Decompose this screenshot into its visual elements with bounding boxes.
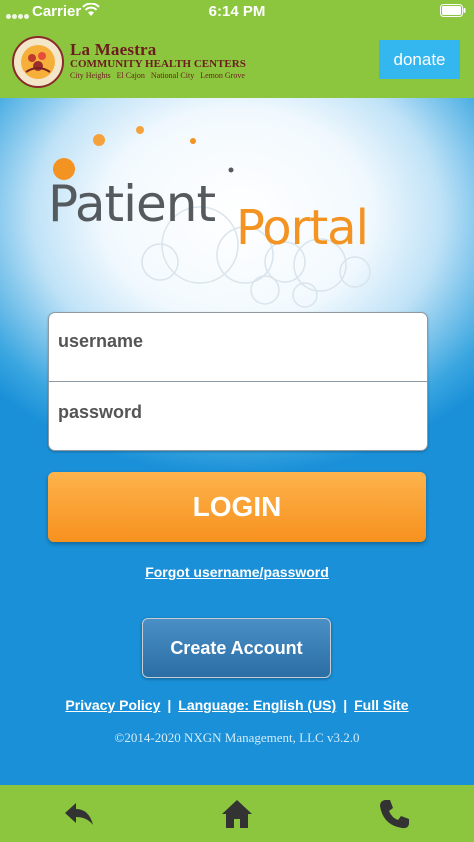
phone-icon[interactable] [377,797,411,831]
bottom-tab-bar [0,785,474,842]
status-bar: Carrier 6:14 PM [0,0,474,24]
copyright-text: ©2014-2020 NXGN Management, LLC v3.2.0 [114,730,360,745]
create-account-button[interactable]: Create Account [142,618,331,678]
full-site-link[interactable]: Full Site [354,697,408,713]
clock: 6:14 PM [208,3,266,20]
privacy-policy-link[interactable]: Privacy Policy [65,697,160,713]
battery-icon [440,4,466,21]
password-input[interactable] [49,382,427,450]
language-link[interactable]: Language: English (US) [178,697,336,713]
username-input[interactable] [49,313,427,381]
home-icon[interactable] [220,797,254,831]
organization-subtitle: COMMUNITY HEALTH CENTERS [70,58,246,70]
la-maestra-seal-logo [12,36,64,88]
login-form [48,312,428,451]
organization-name: La Maestra [70,40,157,59]
organization-locations: City Heights El Cajon National City Lemo… [70,71,245,80]
patient-portal-logo-patient: Patient [48,175,216,233]
patient-portal-logo-portal: Portal [236,200,369,256]
app-header: La Maestra COMMUNITY HEALTH CENTERS City… [0,24,474,98]
footer-separator: | [343,697,348,713]
forgot-password-link[interactable]: Forgot username/password [0,564,474,580]
login-button[interactable]: LOGIN [48,472,426,542]
donate-button[interactable]: donate [379,40,460,79]
back-arrow-icon[interactable] [62,797,96,831]
footer-links: Privacy Policy | Language: English (US) | Fu… [0,697,474,713]
footer-separator: | [167,697,172,713]
organization-logo-text: La Maestra COMMUNITY HEALTH CENTERS City… [70,41,246,81]
